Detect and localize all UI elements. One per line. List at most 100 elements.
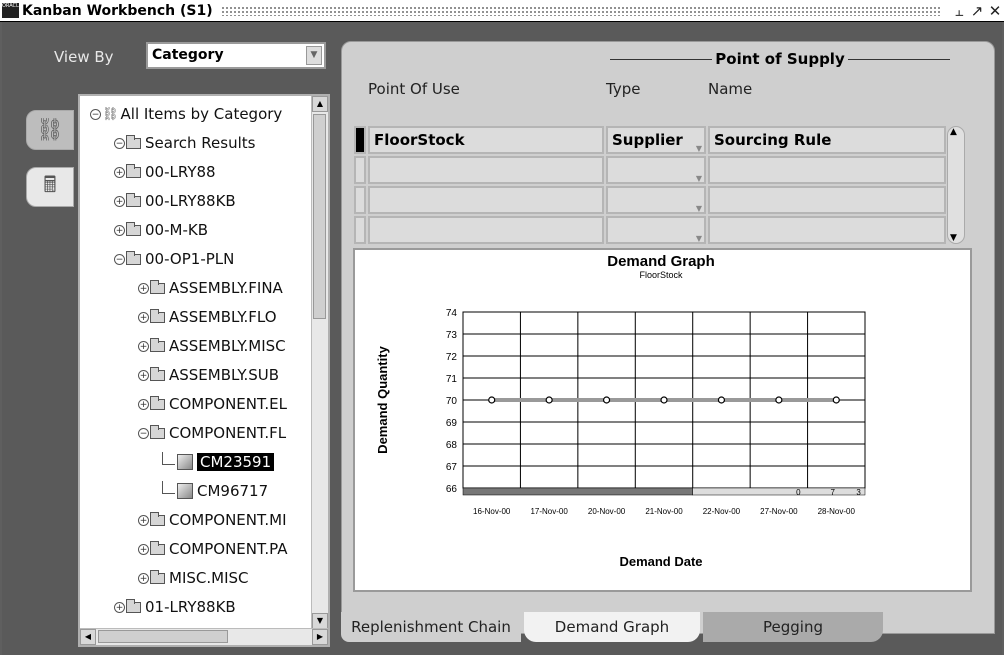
col-header-name: Name — [708, 80, 753, 98]
expand-icon[interactable]: + — [138, 282, 149, 294]
row-indicator[interactable] — [354, 216, 366, 244]
scroll-down-icon[interactable]: ▼ — [950, 233, 957, 243]
supply-row[interactable]: ▼ — [354, 156, 952, 186]
window-title: Kanban Workbench (S1) — [22, 2, 213, 19]
expand-icon[interactable]: + — [138, 398, 149, 410]
tree-folder[interactable]: +00-LRY88KB — [114, 189, 236, 213]
supply-row[interactable]: ▼ — [354, 216, 952, 246]
col-header-type: Type — [606, 80, 641, 98]
row-indicator[interactable] — [354, 126, 366, 154]
tree-connector — [162, 451, 175, 465]
point-of-use-field[interactable] — [368, 216, 604, 244]
tree-folder[interactable]: + ASSEMBLY.FLO — [138, 305, 277, 329]
type-select[interactable]: ▼ — [606, 186, 706, 214]
expand-icon[interactable]: + — [114, 166, 125, 178]
tree-item[interactable]: CM23591 — [162, 450, 275, 474]
view-by-label: View By — [54, 48, 114, 66]
row-indicator[interactable] — [354, 186, 366, 214]
tree-horizontal-scrollbar[interactable]: ◀ ▶ — [80, 628, 328, 645]
tree-folder[interactable]: + MISC.MISC — [138, 566, 249, 590]
type-select[interactable]: Supplier ▼ — [606, 126, 706, 154]
tree-folder[interactable]: +00-LRY88 — [114, 160, 216, 184]
tree-folder[interactable]: +00-M-KB — [114, 218, 208, 242]
tab-replenishment-chain[interactable]: Replenishment Chain — [341, 612, 521, 642]
name-field[interactable] — [708, 216, 946, 244]
point-of-use-field[interactable] — [368, 156, 604, 184]
tree-label: ASSEMBLY.FLO — [169, 308, 277, 326]
scroll-thumb-horizontal[interactable] — [98, 630, 228, 643]
tree-folder[interactable]: − COMPONENT.FL — [138, 421, 286, 445]
tree-folder[interactable]: + ASSEMBLY.FINA — [138, 276, 283, 300]
view-by-select[interactable]: Category ▼ — [146, 42, 326, 69]
scroll-down-icon[interactable]: ▼ — [312, 613, 328, 629]
scroll-thumb[interactable] — [313, 114, 326, 319]
collapse-icon[interactable]: − — [138, 427, 149, 439]
scroll-left-icon[interactable]: ◀ — [80, 629, 96, 645]
tree-folder[interactable]: + ASSEMBLY.SUB — [138, 363, 279, 387]
tree-vertical-scrollbar[interactable]: ▲ ▼ — [311, 96, 328, 629]
window-title-bar[interactable]: ORACLE Kanban Workbench (S1) ⫠ ↗ ✕ — [0, 0, 1004, 22]
folder-icon — [150, 366, 165, 381]
expand-icon[interactable]: + — [114, 601, 125, 613]
expand-icon[interactable]: + — [138, 543, 149, 555]
supply-row[interactable]: FloorStock Supplier ▼ Sourcing Rule — [354, 126, 952, 156]
row-indicator[interactable] — [354, 156, 366, 184]
bottom-bar-label: 7 — [831, 488, 836, 497]
restore-icon[interactable]: ↗ — [968, 2, 986, 20]
scroll-up-icon[interactable]: ▲ — [312, 96, 328, 112]
tree-folder[interactable]: + COMPONENT.MI — [138, 508, 287, 532]
expand-icon[interactable]: + — [138, 340, 149, 352]
tree-folder[interactable]: − Search Results — [114, 131, 255, 155]
bottom-bar-label: 3 — [856, 488, 861, 497]
collapse-icon[interactable]: − — [90, 108, 101, 120]
tree-label: 00-M-KB — [145, 221, 208, 239]
tree-folder[interactable]: + ASSEMBLY.MISC — [138, 334, 286, 358]
minimize-icon[interactable]: ⫠ — [950, 2, 968, 20]
tree-folder[interactable]: + COMPONENT.PA — [138, 537, 288, 561]
grid-scrollbar[interactable]: ▲ ▼ — [947, 126, 965, 244]
y-tick-label: 74 — [446, 308, 458, 319]
expand-icon[interactable]: + — [138, 369, 149, 381]
tab-pegging[interactable]: Pegging — [703, 612, 883, 642]
expand-icon[interactable]: + — [138, 311, 149, 323]
chart-subtitle: FloorStock — [639, 270, 683, 280]
y-tick-label: 69 — [446, 418, 458, 429]
chevron-down-icon[interactable]: ▼ — [306, 46, 322, 65]
side-tab-chain[interactable]: ⛓ — [26, 110, 74, 150]
type-select[interactable]: ▼ — [606, 216, 706, 244]
name-field[interactable] — [708, 156, 946, 184]
tab-demand-graph[interactable]: Demand Graph — [524, 612, 700, 642]
tree-folder[interactable]: + COMPONENT.EL — [138, 392, 287, 416]
x-tick-label: 22-Nov-00 — [703, 507, 741, 516]
tree-item[interactable]: CM96717 — [162, 479, 268, 503]
supply-row[interactable]: ▼ — [354, 186, 952, 216]
tree-folder[interactable]: − 00-OP1-PLN — [114, 247, 234, 271]
name-field[interactable]: Sourcing Rule — [708, 126, 946, 154]
collapse-icon[interactable]: − — [114, 137, 125, 149]
type-select[interactable]: ▼ — [606, 156, 706, 184]
close-icon[interactable]: ✕ — [986, 2, 1004, 20]
tree-label: 00-LRY88KB — [145, 192, 236, 210]
collapse-icon[interactable]: − — [114, 253, 125, 265]
chain-link-icon: ⛓ — [36, 117, 64, 143]
x-tick-label: 20-Nov-00 — [588, 507, 626, 516]
scroll-up-icon[interactable]: ▲ — [950, 127, 957, 137]
point-of-use-field[interactable]: FloorStock — [368, 126, 604, 154]
x-tick-label: 21-Nov-00 — [645, 507, 683, 516]
folder-icon — [150, 511, 165, 526]
expand-icon[interactable]: + — [114, 195, 125, 207]
oracle-logo-icon: ORACLE — [2, 3, 19, 18]
point-of-use-field[interactable] — [368, 186, 604, 214]
point-of-supply-label: Point of Supply — [715, 50, 845, 68]
side-tab-calculator[interactable]: 🖩 — [26, 167, 74, 207]
expand-icon[interactable]: + — [114, 224, 125, 236]
category-tree[interactable]: − ⛓ All Items by Category − Search Results +0… — [78, 94, 330, 647]
tree-label: ASSEMBLY.MISC — [169, 337, 286, 355]
expand-icon[interactable]: + — [138, 572, 149, 584]
tree-folder[interactable]: +01-LRY88KB — [114, 595, 236, 619]
expand-icon[interactable]: + — [138, 514, 149, 526]
name-field[interactable] — [708, 186, 946, 214]
tree-folder[interactable]: − ⛓ All Items by Category — [90, 102, 282, 126]
folder-icon — [150, 308, 165, 323]
scroll-right-icon[interactable]: ▶ — [312, 629, 328, 645]
